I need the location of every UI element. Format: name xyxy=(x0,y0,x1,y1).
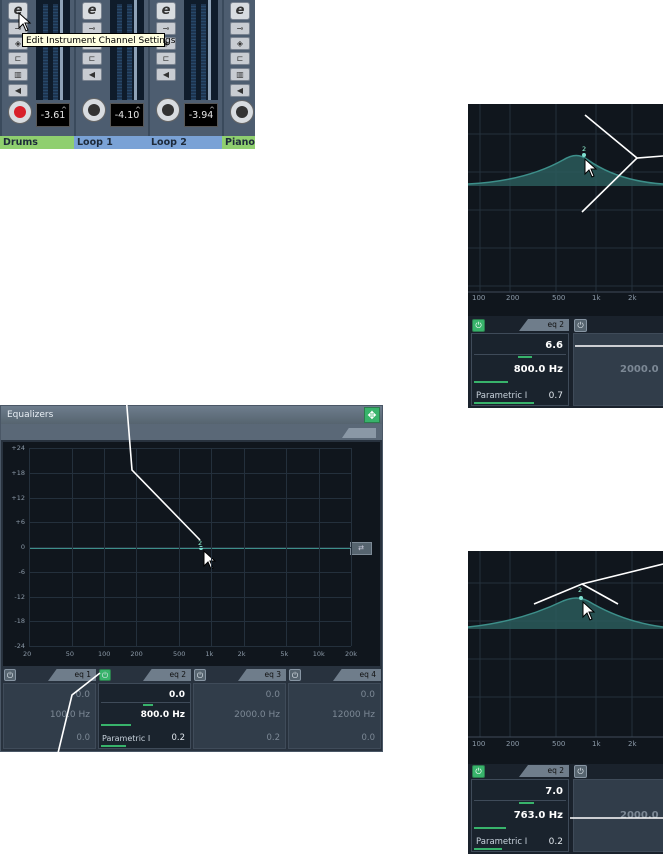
reset-curve-button[interactable]: ⇄ xyxy=(350,542,372,555)
channel-strip-loop1: e ⊸ ◈ ⊏ ◀ -4.10^ xyxy=(76,0,148,136)
tooltip: Edit Instrument Channel Settings xyxy=(22,33,175,47)
level-meter xyxy=(110,0,144,100)
record-enable-button[interactable] xyxy=(82,98,106,122)
q-slider[interactable] xyxy=(474,848,502,850)
eq-grid-line xyxy=(211,448,213,646)
channel-strip-drums: e ⊸ ◈ ⊏ ▥ ◀ -3.61 ^ xyxy=(2,0,74,136)
x-tick: 500 xyxy=(552,294,566,302)
callout-lines-bottom xyxy=(533,563,663,819)
callout-lines-top xyxy=(575,114,663,347)
sends-icon[interactable]: ⊏ xyxy=(156,52,176,65)
fader[interactable] xyxy=(208,0,211,100)
insert-icon[interactable]: ⊸ xyxy=(230,22,250,35)
freq-value[interactable]: 2000.0 xyxy=(620,364,659,375)
channel-name-drums[interactable]: Drums xyxy=(0,136,74,149)
x-tick: 200 xyxy=(506,740,520,748)
x-tick: 5k xyxy=(280,650,289,658)
record-enable-button[interactable] xyxy=(230,100,254,124)
channel-strip-piano: e ⊸ ◈ ⊏ ▥ ◀ xyxy=(224,0,255,136)
x-tick: 100 xyxy=(472,740,486,748)
record-enable-button[interactable] xyxy=(156,98,180,122)
gain-value[interactable]: 6.6 xyxy=(545,340,563,351)
keyboard-icon[interactable]: ▥ xyxy=(8,68,28,81)
edit-channel-button[interactable]: e xyxy=(156,2,176,20)
edit-channel-button[interactable]: e xyxy=(82,2,102,20)
sends-icon[interactable]: ⊏ xyxy=(230,52,250,65)
gain-value[interactable]: 0.0 xyxy=(266,690,280,700)
fader[interactable] xyxy=(134,0,137,100)
band-header: ⏻ eq 4 xyxy=(288,668,381,682)
edit-channel-button[interactable]: e xyxy=(230,2,250,20)
q-value[interactable]: 0.2 xyxy=(549,837,563,847)
q-value[interactable]: 0.7 xyxy=(549,391,563,401)
power-icon[interactable]: ⏻ xyxy=(472,765,485,778)
channel-name-loop1[interactable]: Loop 1 xyxy=(74,136,148,149)
x-tick: 2k xyxy=(237,650,246,658)
eq-expand-icon[interactable]: ✥ xyxy=(364,407,380,423)
freq-value[interactable]: 12000 Hz xyxy=(332,710,375,720)
fader[interactable] xyxy=(60,0,63,100)
band-name: eq 4 xyxy=(333,669,381,681)
freq-slider[interactable] xyxy=(474,381,508,383)
level-meter xyxy=(184,0,218,100)
volume-readout[interactable]: -3.94 ^ xyxy=(184,103,218,127)
channel-name-loop2[interactable]: Loop 2 xyxy=(148,136,222,149)
eq-grid-line xyxy=(286,448,288,646)
mixer-strip-section: e ⊸ ◈ ⊏ ▥ ◀ -3.61^ e ⊸ ◈ ⊏ ◀ -4.10^ e ⊸ … xyxy=(0,0,255,149)
channel-name-piano[interactable]: Piano xyxy=(222,136,255,149)
x-tick: 200 xyxy=(506,294,520,302)
q-slider[interactable] xyxy=(474,402,534,404)
record-enable-button[interactable] xyxy=(8,100,32,124)
monitor-icon[interactable]: ◀ xyxy=(230,84,250,97)
band-body: 0.0 12000 Hz 0.0 xyxy=(288,683,381,749)
band-name: eq 2 xyxy=(519,319,569,331)
eq-grid-line xyxy=(351,448,352,646)
volume-readout[interactable]: -3.61 ^ xyxy=(36,103,70,127)
eq-band-4: ⏻ eq 4 0.0 12000 Hz 0.0 xyxy=(288,668,381,750)
x-tick: 10k xyxy=(312,650,325,658)
filter-type[interactable]: Parametric I xyxy=(476,837,527,847)
x-tick: 20k xyxy=(345,650,358,658)
eq-grid-line xyxy=(318,448,320,646)
filter-type[interactable]: Parametric I xyxy=(476,391,527,401)
eq-grid-line xyxy=(243,448,245,646)
zoom-band-2: ⏻ eq 2 6.6 800.0 Hz Parametric I 0.7 xyxy=(471,318,569,408)
eq-icon[interactable]: ◈ xyxy=(230,37,250,50)
freq-value[interactable]: 800.0 Hz xyxy=(514,364,563,375)
monitor-icon[interactable]: ◀ xyxy=(8,84,28,97)
channel-strip-loop2: e ⊸ ◈ ⊏ ◀ -3.94^ xyxy=(150,0,222,136)
gain-value[interactable]: 0.0 xyxy=(361,690,375,700)
sends-icon[interactable]: ⊏ xyxy=(8,52,28,65)
x-tick: 100 xyxy=(472,294,486,302)
q-value[interactable]: 0.0 xyxy=(361,733,375,743)
gain-slider[interactable] xyxy=(518,356,532,358)
monitor-icon[interactable]: ◀ xyxy=(156,68,176,81)
monitor-icon[interactable]: ◀ xyxy=(82,68,102,81)
level-meter xyxy=(36,0,70,100)
callout-lines xyxy=(57,395,201,754)
keyboard-icon[interactable]: ▥ xyxy=(230,68,250,81)
band-header: ⏻ eq 2 xyxy=(471,318,569,332)
mouse-cursor-icon xyxy=(18,12,32,32)
freq-slider[interactable] xyxy=(474,827,506,829)
sends-icon[interactable]: ⊏ xyxy=(82,52,102,65)
q-value[interactable]: 0.2 xyxy=(266,733,280,743)
band-body: 6.6 800.0 Hz Parametric I 0.7 xyxy=(471,333,569,406)
volume-readout[interactable]: -4.10 ^ xyxy=(110,103,144,127)
freq-value[interactable]: 2000.0 Hz xyxy=(234,710,280,720)
power-icon[interactable]: ⏻ xyxy=(472,319,485,332)
power-icon[interactable]: ⏻ xyxy=(289,669,301,681)
band-name: eq 3 xyxy=(238,669,286,681)
